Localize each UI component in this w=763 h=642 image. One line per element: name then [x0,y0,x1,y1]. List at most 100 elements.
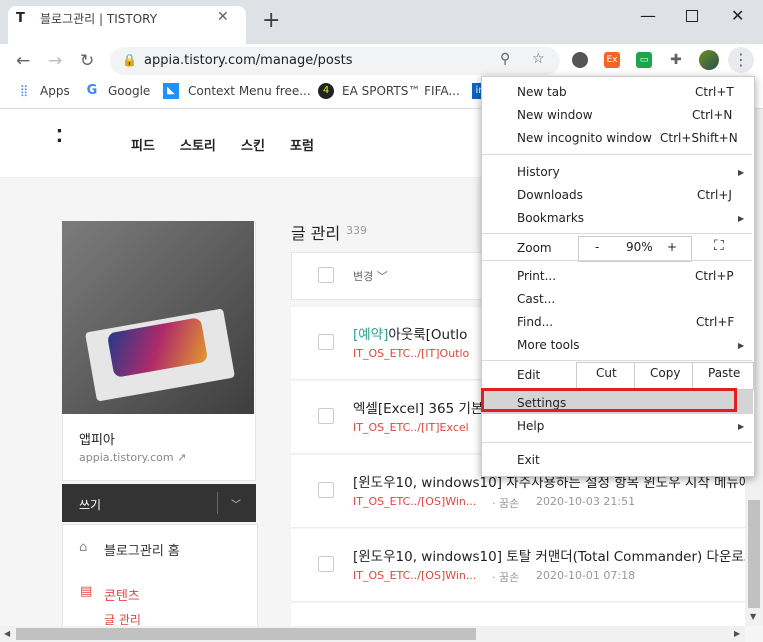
submenu-arrow-icon: ▶ [738,214,745,223]
nav-forum[interactable]: 포럼 [290,135,314,154]
post-author: · 꿈손 [492,497,520,510]
chrome-menu-button[interactable]: ⋮ [728,47,754,73]
bookmark-star-icon[interactable]: ☆ [532,51,545,67]
page-title: 글 관리 [291,224,341,243]
side-item-contents[interactable]: 콘텐츠 [104,585,140,604]
maximize-icon[interactable] [686,10,698,22]
menu-bookmarks[interactable]: Bookmarks [517,211,584,225]
tistory-logo-icon[interactable]: ⁚ [56,128,63,146]
forward-icon[interactable]: → [48,51,62,71]
menu-edit: Edit [517,368,541,382]
nav-story[interactable]: 스토리 [180,135,216,154]
post-checkbox[interactable] [318,482,334,498]
select-all-checkbox[interactable] [318,267,334,283]
menu-new-window[interactable]: New window [517,108,593,122]
chevron-down-icon[interactable]: ﹀ [231,496,241,511]
menu-print[interactable]: Print... [517,269,556,283]
cut-label: Cut [596,366,617,380]
side-item-home[interactable]: 블로그관리 홈 [104,540,180,559]
close-window-icon[interactable]: ✕ [731,6,744,25]
document-icon: ▤ [80,584,93,599]
post-title[interactable]: 엑셀[Excel] 365 기본 [353,397,483,417]
ea-sports-icon: 4 [318,83,334,99]
close-tab-icon[interactable]: ✕ [217,9,229,25]
post-row[interactable] [291,529,745,602]
post-checkbox[interactable] [318,334,334,350]
back-icon[interactable]: ← [16,51,30,71]
menu-more-tools[interactable]: More tools [517,338,580,352]
post-date: 2020-10-01 07:18 [536,569,636,582]
bookmark-apps[interactable]: Apps [40,84,70,98]
menu-zoom: Zoom [517,241,552,255]
menu-cast[interactable]: Cast... [517,292,555,306]
zoom-in-button[interactable]: + [667,240,677,254]
copy-label: Copy [650,366,681,380]
post-category[interactable]: IT_OS_ETC../[OS]Win... [353,569,476,582]
nav-skin[interactable]: 스킨 [241,135,265,154]
menu-separator [482,233,752,234]
blog-name[interactable]: 앱피아 [79,429,115,448]
zoom-level: 90% [626,240,653,254]
external-link-icon: ↗ [177,451,187,464]
shortcut-incognito: Ctrl+Shift+N [660,131,738,145]
vertical-scroll-thumb[interactable] [748,500,760,608]
menu-separator [482,260,752,261]
paste-label: Paste [708,366,741,380]
menu-downloads[interactable]: Downloads [517,188,583,202]
bookmark-context-menu[interactable]: Context Menu free... [188,84,311,98]
post-checkbox[interactable] [318,556,334,572]
new-tab-icon[interactable]: + [262,10,280,32]
sort-dropdown[interactable]: 변경 ﹀ [353,268,388,284]
post-author: · 꿈손 [492,571,520,584]
menu-history[interactable]: History [517,165,560,179]
minimize-icon[interactable]: — [640,6,656,25]
extension-ex-icon[interactable]: Ex [604,52,620,68]
post-count: 339 [346,224,367,237]
menu-exit[interactable]: Exit [517,453,540,467]
extensions-puzzle-icon[interactable]: ✚ [668,52,684,68]
tab-title: 블로그관리 | TISTORY [40,12,158,26]
extension-circle-icon[interactable] [572,52,588,68]
horizontal-scroll-thumb[interactable] [16,628,476,640]
zoom-magnifier-icon[interactable]: ⚲ [500,51,510,67]
google-icon: G [86,83,98,98]
menu-new-tab[interactable]: New tab [517,85,567,99]
nav-feed[interactable]: 피드 [131,135,155,154]
post-checkbox[interactable] [318,408,334,424]
post-category[interactable]: IT_OS_ETC../[IT]Excel [353,421,469,434]
bookmark-google[interactable]: Google [108,84,150,98]
shortcut-downloads: Ctrl+J [697,188,732,202]
post-title[interactable]: [예약]아웃룩[Outlo [353,323,467,343]
context-menu-icon: ◣ [163,83,179,99]
shortcut-new-window: Ctrl+N [692,108,733,122]
submenu-arrow-icon: ▶ [738,422,745,431]
extension-green-icon[interactable]: ▭ [636,52,652,68]
menu-separator [482,442,752,443]
submenu-arrow-icon: ▶ [738,168,745,177]
shortcut-new-tab: Ctrl+T [695,85,734,99]
menu-help[interactable]: Help [517,419,544,433]
menu-separator [482,154,752,155]
blog-url[interactable]: appia.tistory.com ↗ [79,451,186,464]
zoom-out-button[interactable]: - [595,240,599,254]
url-text[interactable]: appia.tistory.com/manage/posts [144,53,353,68]
settings-red-outline [481,388,737,412]
apps-grid-icon: ⣿ [19,84,29,97]
shortcut-print: Ctrl+P [695,269,734,283]
post-category[interactable]: IT_OS_ETC../[OS]Win... [353,495,476,508]
reload-icon[interactable]: ↻ [80,51,94,71]
bookmark-ea-sports[interactable]: EA SPORTS™ FIFA... [342,84,460,98]
scroll-left-arrow-icon[interactable]: ◀ [4,629,10,638]
menu-separator [482,360,752,361]
menu-find[interactable]: Find... [517,315,553,329]
fullscreen-icon[interactable]: ⛶ [714,238,724,254]
write-divider [217,492,218,514]
scroll-right-arrow-icon[interactable]: ▶ [734,629,740,638]
scroll-down-arrow-icon[interactable]: ▼ [750,612,756,621]
post-category[interactable]: IT_OS_ETC../[IT]Outlo [353,347,469,360]
post-title[interactable]: [윈도우10, windows10] 토탈 커맨더(Total Commande… [353,545,756,565]
menu-incognito[interactable]: New incognito window [517,131,652,145]
post-row-partial[interactable] [291,603,745,626]
lock-icon[interactable]: 🔒 [122,53,137,67]
profile-avatar[interactable] [699,50,719,70]
